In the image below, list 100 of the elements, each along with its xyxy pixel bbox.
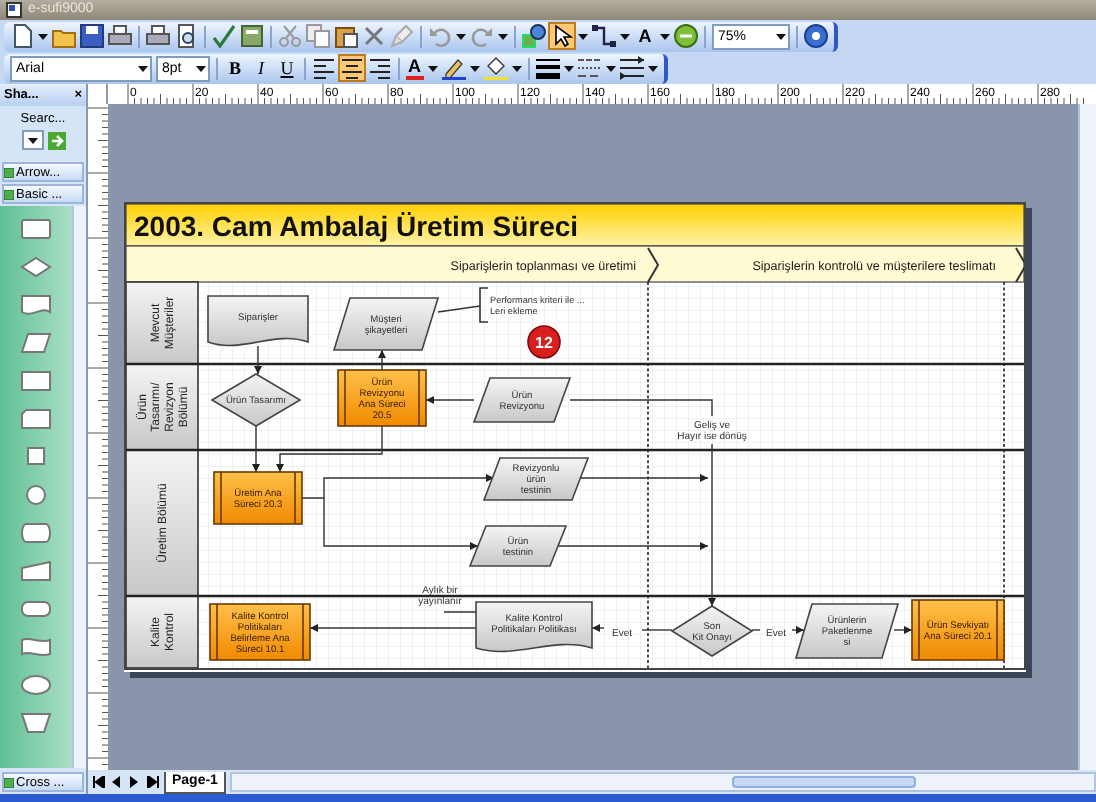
caret-icon[interactable] (138, 65, 148, 71)
rectangle-icon[interactable] (20, 218, 52, 240)
pencil-icon[interactable] (441, 56, 465, 80)
shapes-icon[interactable] (522, 24, 546, 48)
folder-icon[interactable] (52, 24, 76, 48)
font-color-button[interactable]: A (406, 57, 423, 79)
subprocess-box (911, 599, 1005, 661)
scrollbar[interactable] (229, 772, 1096, 792)
connector-arrow (791, 626, 805, 634)
caret-icon[interactable] (498, 33, 508, 39)
connector-arrow (378, 349, 386, 371)
subprocess-box (213, 471, 303, 525)
trapezoid-icon[interactable] (20, 560, 52, 582)
next-page-icon[interactable] (128, 776, 142, 788)
diamond-icon[interactable] (20, 256, 52, 278)
phase-chevron (1015, 247, 1026, 283)
parallelogram-icon[interactable] (20, 332, 52, 354)
data-shape (482, 457, 590, 501)
caret-icon[interactable] (620, 33, 630, 39)
trapezoid-icon[interactable] (20, 712, 52, 734)
go-arrow-icon[interactable] (47, 131, 65, 149)
caret-icon[interactable] (27, 137, 37, 143)
stencil-icon[interactable] (674, 24, 698, 48)
new-document-icon[interactable] (10, 24, 34, 48)
badge-background (527, 325, 561, 359)
circle-icon[interactable] (20, 484, 52, 506)
caret-icon[interactable] (456, 33, 466, 39)
caret-icon[interactable] (660, 33, 670, 39)
diagram-title: 2003. Cam Ambalaj Üretim Süreci (134, 210, 579, 242)
caret-icon[interactable] (647, 65, 657, 71)
check-icon[interactable] (212, 24, 236, 48)
italic-button[interactable]: I (250, 56, 272, 80)
search-dropdown[interactable] (21, 130, 43, 150)
line-weight-icon[interactable] (535, 56, 559, 80)
stencil-icon (4, 777, 14, 787)
text-tool-button[interactable]: A (634, 24, 656, 48)
document-shape (207, 295, 309, 347)
book-icon[interactable] (240, 24, 264, 48)
caret-icon[interactable] (511, 65, 521, 71)
decision-diamond (210, 373, 302, 427)
connector-line (641, 629, 673, 631)
connector-line (569, 399, 713, 417)
delete-icon[interactable] (362, 24, 386, 48)
line-pattern-icon[interactable] (577, 56, 601, 80)
card-icon[interactable] (20, 408, 52, 430)
connector-arrow (425, 396, 475, 404)
decision-diamond (670, 605, 754, 657)
last-page-icon[interactable] (146, 776, 160, 788)
data-shape (472, 377, 572, 423)
save-icon[interactable] (80, 24, 104, 48)
connector-arrow (893, 626, 913, 634)
first-page-icon[interactable] (92, 776, 106, 788)
document-shape (475, 601, 593, 653)
align-left-icon[interactable] (312, 56, 336, 80)
oval-icon[interactable] (20, 674, 52, 696)
align-right-icon[interactable] (368, 56, 392, 80)
caret-icon[interactable] (38, 33, 48, 39)
bold-button[interactable]: B (224, 56, 246, 80)
stencil-icon (4, 167, 14, 177)
rounded-rectangle-icon[interactable] (20, 598, 52, 620)
subprocess-box (337, 369, 427, 427)
badge-number: 12 (535, 333, 553, 352)
printer-icon[interactable] (108, 24, 132, 48)
line-ends-icon[interactable] (619, 56, 643, 80)
connector-line (437, 305, 481, 313)
connector-line (751, 629, 761, 631)
connector-arrow (591, 624, 605, 632)
caret-icon[interactable] (776, 33, 786, 39)
app-icon (6, 2, 22, 18)
wave-icon[interactable] (20, 636, 52, 658)
rectangle-icon[interactable] (20, 370, 52, 392)
data-shape (332, 297, 440, 351)
paint-bucket-icon[interactable] (483, 56, 507, 80)
scrollbar[interactable] (1078, 104, 1096, 770)
align-center-icon[interactable] (340, 56, 364, 80)
caret-icon[interactable] (578, 33, 588, 39)
document-icon[interactable] (20, 294, 52, 316)
help-icon[interactable] (804, 24, 828, 48)
cylinder-icon[interactable] (20, 522, 52, 544)
clipboard-icon[interactable] (334, 24, 358, 48)
underline-button[interactable]: U (276, 56, 298, 80)
connector-arrow (254, 345, 262, 375)
phase-chevron (647, 247, 660, 283)
subprocess-box (209, 603, 311, 661)
data-shape (468, 525, 568, 567)
printer-icon[interactable] (146, 24, 170, 48)
previous-page-icon[interactable] (110, 776, 124, 788)
caret-icon[interactable] (563, 65, 573, 71)
caret-icon[interactable] (196, 65, 206, 71)
stencil-icon (4, 189, 14, 199)
callout-bracket (479, 287, 489, 323)
pointer-icon[interactable] (550, 24, 574, 48)
caret-icon[interactable] (469, 65, 479, 71)
data-shape (794, 603, 900, 659)
scrollbar[interactable] (72, 206, 86, 768)
print-preview-icon[interactable] (174, 24, 198, 48)
connector-icon[interactable] (592, 24, 616, 48)
caret-icon[interactable] (427, 65, 437, 71)
caret-icon[interactable] (605, 65, 615, 71)
lane-header (125, 281, 199, 365)
